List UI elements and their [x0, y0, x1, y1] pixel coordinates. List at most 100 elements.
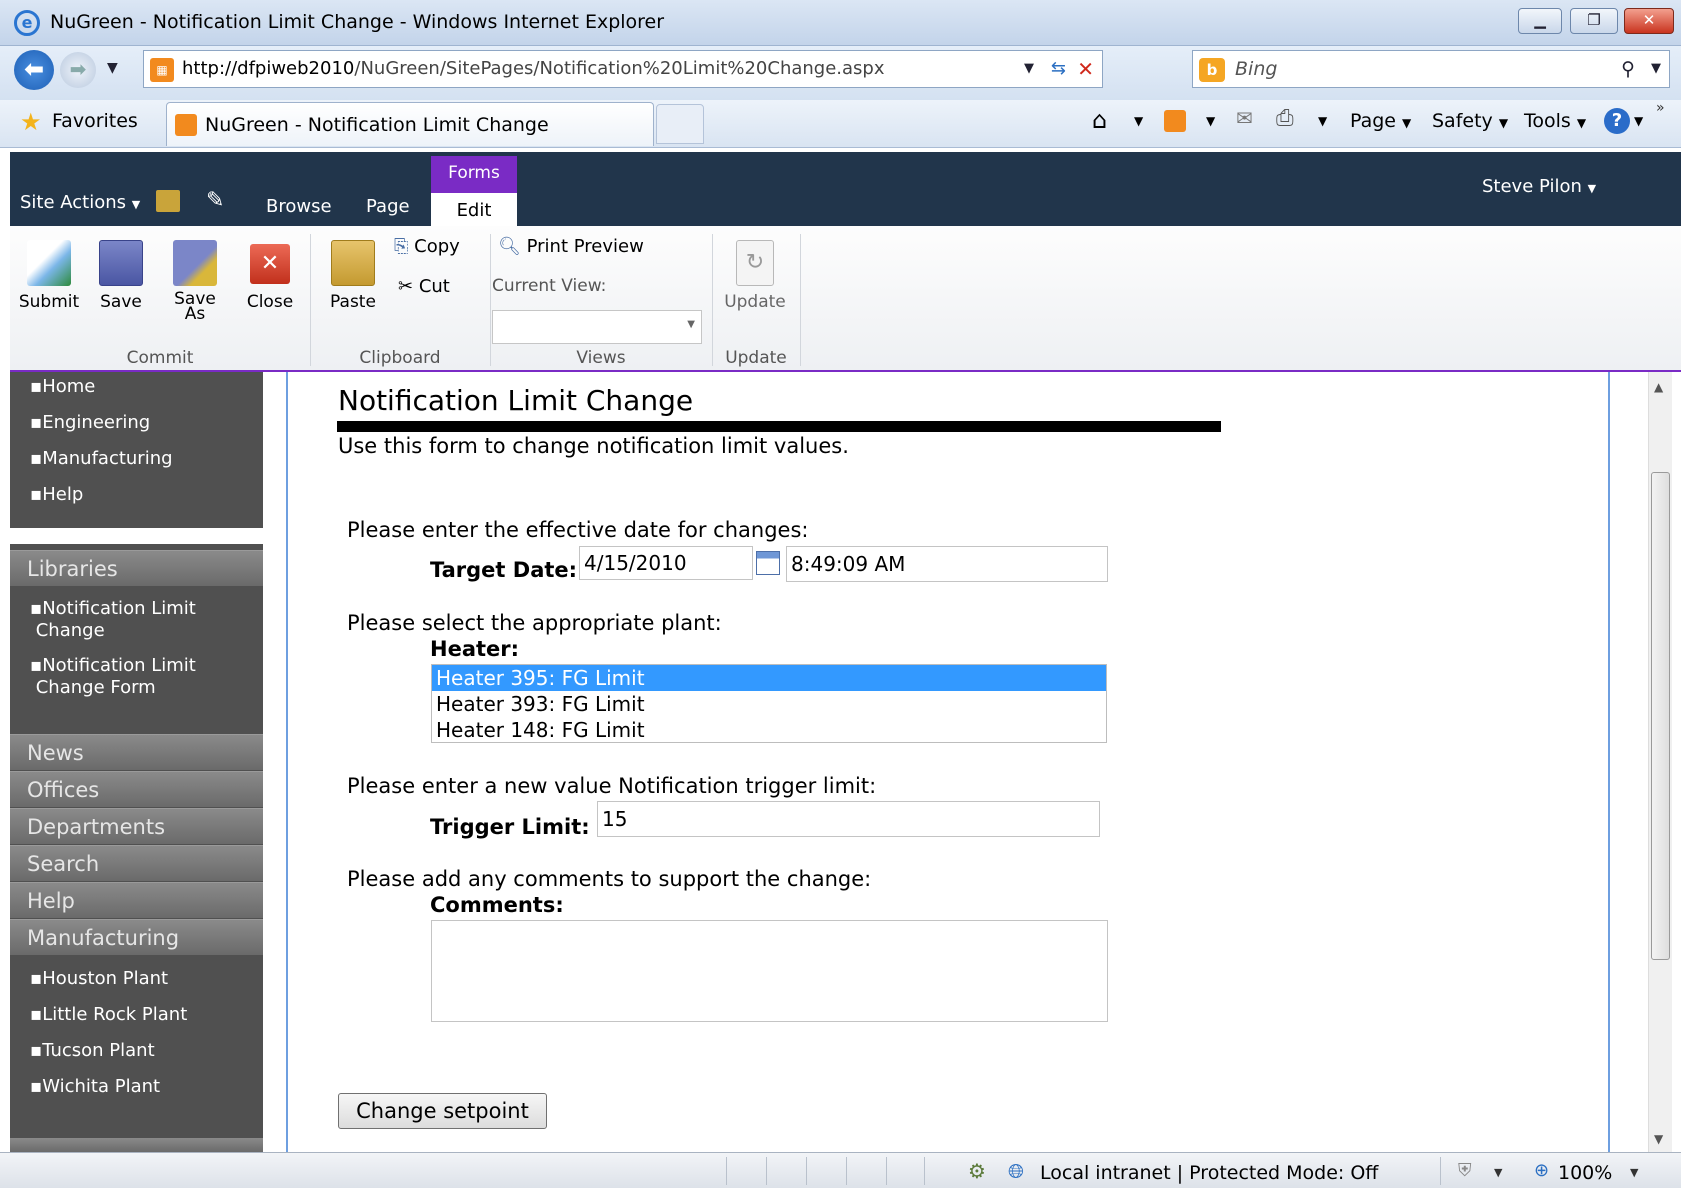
navigate-up-icon[interactable] — [156, 190, 180, 212]
status-divider — [806, 1157, 807, 1185]
print-dropdown-icon[interactable]: ▼ — [1318, 114, 1327, 128]
nav-link-tucson-plant[interactable]: ▪Tucson Plant — [30, 1040, 155, 1061]
print-icon[interactable]: ⎙ — [1276, 106, 1294, 131]
status-divider — [924, 1157, 925, 1185]
target-date-input[interactable] — [579, 546, 753, 580]
local-intranet-icon: 🌐︎ — [1008, 1159, 1024, 1183]
nav-heading-help[interactable]: Help — [10, 882, 263, 918]
tools-menu[interactable]: Tools ▼ — [1524, 110, 1586, 132]
page-menu[interactable]: Page ▼ — [1350, 110, 1411, 132]
current-view-select[interactable]: ▼ — [492, 310, 702, 344]
window-title-bar: e NuGreen - Notification Limit Change - … — [0, 0, 1681, 46]
paste-label: Paste — [330, 292, 376, 312]
heater-option[interactable]: Heater 148: FG Limit — [432, 717, 1106, 743]
status-divider — [766, 1157, 767, 1185]
user-menu[interactable]: Steve Pilon ▼ — [1482, 176, 1596, 197]
target-time-input[interactable] — [786, 546, 1108, 582]
more-commands-icon[interactable]: » — [1656, 100, 1665, 116]
close-window-button[interactable]: ✕ — [1624, 8, 1674, 34]
submit-button[interactable]: Submit — [18, 240, 80, 312]
cut-button[interactable]: ✂ Cut — [398, 276, 450, 297]
back-button[interactable]: ⬅ — [14, 50, 54, 90]
scroll-down-icon[interactable]: ▼ — [1654, 1132, 1663, 1146]
nav-heading-search[interactable]: Search — [10, 845, 263, 881]
security-icon[interactable]: ⚙ — [968, 1159, 986, 1183]
compatibility-view-icon[interactable]: ⇆ — [1051, 51, 1066, 87]
search-icon[interactable]: ⚲ — [1621, 51, 1635, 87]
forward-button[interactable]: ➡ — [60, 52, 96, 88]
calendar-icon[interactable] — [756, 551, 780, 575]
read-mail-icon[interactable]: ✉ — [1236, 106, 1253, 130]
update-button[interactable]: ↻ Update — [720, 240, 790, 312]
zoom-level[interactable]: 100% — [1558, 1162, 1612, 1184]
save-button[interactable]: Save — [94, 240, 148, 312]
nav-link-label: Engineering — [42, 412, 151, 433]
favorites-button[interactable]: Favorites — [52, 110, 138, 132]
nav-link-notification-limit-change[interactable]: ▪Notification Limit Change — [30, 598, 196, 642]
save-icon — [99, 240, 143, 286]
recent-pages-dropdown-icon[interactable]: ▼ — [107, 60, 118, 76]
heater-listbox[interactable]: Heater 395: FG Limit Heater 393: FG Limi… — [431, 664, 1107, 743]
tab-page[interactable]: Page — [366, 196, 410, 217]
browser-tab-active[interactable]: NuGreen - Notification Limit Change — [166, 102, 654, 146]
heater-option[interactable]: Heater 393: FG Limit — [432, 691, 1106, 717]
address-bar[interactable]: ▦ http://dfpiweb2010/NuGreen/SitePages/N… — [143, 50, 1103, 88]
help-dropdown-icon[interactable]: ▼ — [1634, 114, 1643, 128]
nav-link-wichita-plant[interactable]: ▪Wichita Plant — [30, 1076, 160, 1097]
comments-textarea[interactable] — [431, 920, 1108, 1022]
nav-link-houston-plant[interactable]: ▪Houston Plant — [30, 968, 168, 989]
search-options-icon[interactable]: ▼ — [1651, 51, 1661, 87]
save-as-button[interactable]: Save As — [164, 240, 226, 323]
close-button[interactable]: ✕ Close — [240, 240, 300, 312]
trigger-limit-input[interactable] — [597, 801, 1100, 837]
print-preview-button[interactable]: 🔍︎ Print Preview — [498, 236, 644, 257]
feeds-dropdown-icon[interactable]: ▼ — [1206, 114, 1215, 128]
stop-icon[interactable]: ✕ — [1077, 51, 1094, 87]
nav-link-home[interactable]: ▪Home — [30, 376, 95, 397]
edit-page-icon[interactable]: ✎ — [206, 188, 224, 213]
minimize-button[interactable]: ▁ — [1518, 8, 1562, 34]
nav-heading-departments[interactable]: Departments — [10, 808, 263, 844]
nav-heading-offices[interactable]: Offices — [10, 771, 263, 807]
tab-edit[interactable]: Edit — [431, 190, 517, 226]
restore-button[interactable]: ❐ — [1570, 8, 1618, 34]
feeds-icon[interactable] — [1164, 110, 1186, 132]
scroll-up-icon[interactable]: ▲ — [1654, 380, 1663, 394]
ribbon: Submit Save Save As ✕ Close Commit Paste … — [10, 226, 1681, 372]
url-path: /NuGreen/SitePages/Notification%20Limit%… — [354, 58, 885, 79]
copy-button[interactable]: ⎘ Copy — [394, 236, 460, 257]
tab-browse[interactable]: Browse — [266, 196, 332, 217]
protected-mode-icon[interactable]: ⛨ — [1458, 1160, 1472, 1181]
trigger-limit-label: Trigger Limit: — [430, 815, 590, 839]
nav-link-label: Houston Plant — [42, 968, 169, 989]
paste-button[interactable]: Paste — [322, 240, 384, 312]
sharepoint-top-bar: Site Actions ▼ ✎ Browse Page Steve Pilon… — [10, 152, 1681, 226]
heater-option-selected[interactable]: Heater 395: FG Limit — [432, 665, 1106, 691]
home-dropdown-icon[interactable]: ▼ — [1134, 114, 1143, 128]
new-tab-button[interactable] — [656, 104, 704, 144]
nav-link-engineering[interactable]: ▪Engineering — [30, 412, 150, 433]
page-favicon-icon: ▦ — [150, 58, 174, 82]
nav-link-notification-limit-change-form[interactable]: ▪Notification Limit Change Form — [30, 655, 196, 699]
change-setpoint-button[interactable]: Change setpoint — [338, 1093, 547, 1129]
cut-icon: ✂ — [398, 276, 414, 297]
nav-heading-news[interactable]: News — [10, 734, 263, 770]
security-zone-text[interactable]: Local intranet | Protected Mode: Off — [1040, 1162, 1378, 1184]
nav-link-manufacturing[interactable]: ▪Manufacturing — [30, 448, 173, 469]
refresh-icon: ↻ — [736, 240, 774, 286]
nav-link-little-rock-plant[interactable]: ▪Little Rock Plant — [30, 1004, 187, 1025]
chevron-down-icon: ▼ — [1402, 116, 1412, 130]
chevron-down-icon[interactable]: ▼ — [1494, 1166, 1502, 1179]
zoom-dropdown-icon[interactable]: ▼ — [1630, 1166, 1638, 1179]
nav-heading-manufacturing[interactable]: Manufacturing — [10, 919, 263, 955]
help-icon[interactable]: ? — [1604, 108, 1630, 134]
safety-menu[interactable]: Safety ▼ — [1432, 110, 1508, 132]
site-actions-menu[interactable]: Site Actions ▼ — [20, 192, 140, 213]
home-icon[interactable]: ⌂ — [1092, 106, 1107, 134]
scrollbar-thumb[interactable] — [1651, 472, 1670, 960]
favorites-star-icon[interactable]: ★ — [20, 108, 42, 136]
address-dropdown-icon[interactable]: ▼ — [1024, 51, 1034, 87]
nav-heading-libraries[interactable]: Libraries — [10, 550, 263, 586]
nav-link-help[interactable]: ▪Help — [30, 484, 83, 505]
search-box[interactable]: b Bing ⚲ ▼ — [1192, 50, 1670, 88]
